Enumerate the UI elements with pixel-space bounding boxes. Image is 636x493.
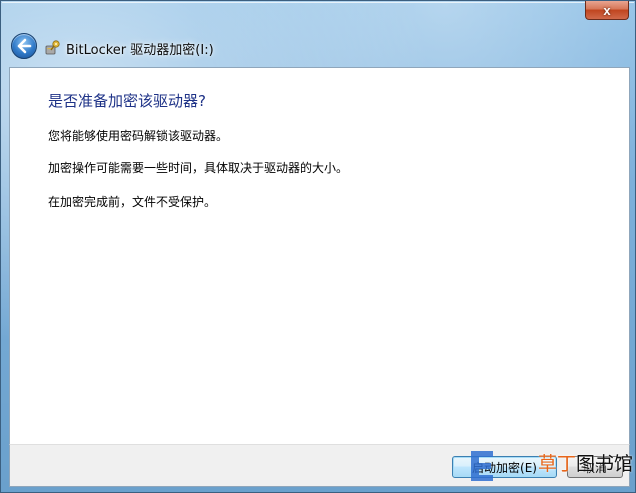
close-button[interactable]: x bbox=[585, 1, 629, 20]
info-line-duration: 加密操作可能需要一些时间，具体取决于驱动器的大小。 bbox=[48, 161, 349, 175]
back-button[interactable] bbox=[11, 33, 37, 59]
window-title: BitLocker 驱动器加密(I:) bbox=[66, 43, 214, 58]
button-bar: 启动加密(E) 取消 bbox=[9, 444, 630, 487]
watermark-logo-icon bbox=[471, 451, 493, 481]
close-icon: x bbox=[603, 2, 611, 18]
watermark-accent: 草丁 bbox=[538, 453, 577, 475]
bitlocker-key-icon bbox=[45, 40, 60, 55]
page-heading: 是否准备加密该驱动器? bbox=[48, 92, 206, 110]
back-arrow-icon bbox=[17, 38, 32, 54]
info-line-protection: 在加密完成前，文件不受保护。 bbox=[48, 195, 217, 209]
window-frame: x BitLocker 驱动器加密(I:) 是否准备加密该驱动器? 您将能够使用… bbox=[0, 0, 636, 493]
watermark-text: 草丁图书馆 bbox=[538, 449, 633, 476]
info-line-password: 您将能够使用密码解锁该驱动器。 bbox=[48, 129, 229, 143]
content-panel: 是否准备加密该驱动器? 您将能够使用密码解锁该驱动器。 加密操作可能需要一些时间… bbox=[9, 67, 630, 445]
frame-highlight bbox=[2, 2, 634, 3]
watermark-rest: 图书馆 bbox=[576, 453, 634, 475]
